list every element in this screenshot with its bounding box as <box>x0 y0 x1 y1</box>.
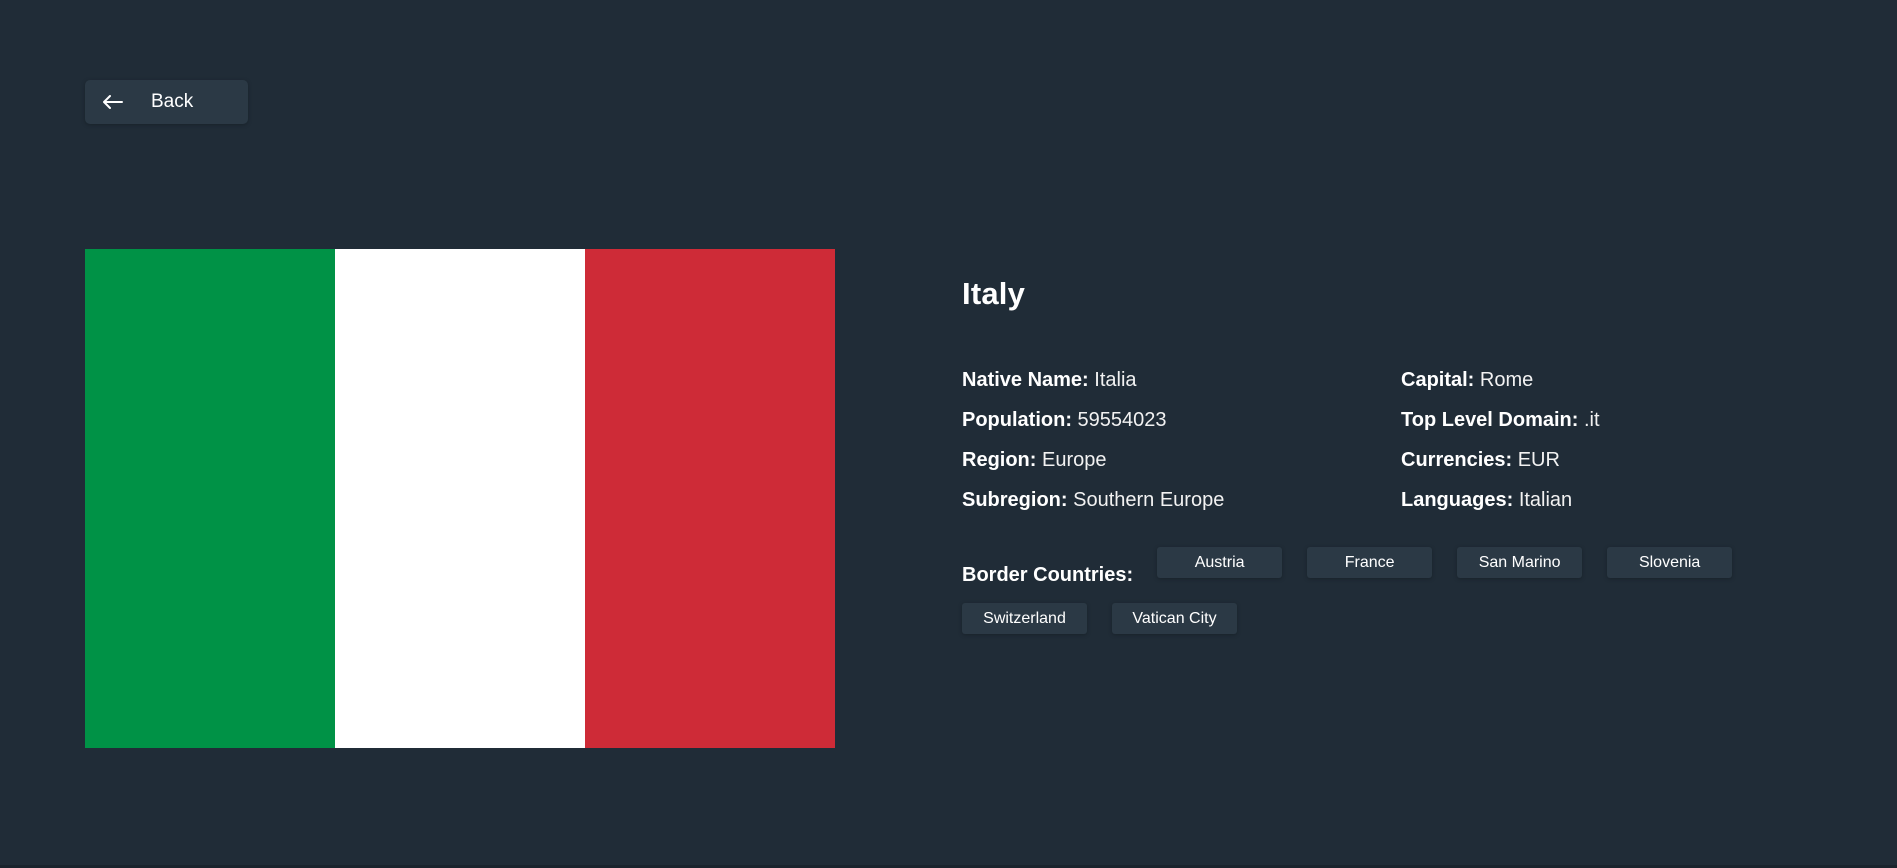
info-label: Languages: <box>1401 489 1514 511</box>
info-population: Population: 59554023 <box>962 400 1224 440</box>
border-country-chip[interactable]: San Marino <box>1457 547 1583 578</box>
info-top-level-domain: Top Level Domain: .it <box>1401 400 1600 440</box>
info-column-right: Capital: Rome Top Level Domain: .it Curr… <box>1401 360 1600 520</box>
info-subregion: Subregion: Southern Europe <box>962 480 1224 520</box>
country-flag <box>85 249 835 748</box>
info-value: Rome <box>1479 369 1534 391</box>
border-country-chip[interactable]: Austria <box>1157 547 1283 578</box>
border-countries-label: Border Countries: <box>962 564 1134 586</box>
flag-stripe-red <box>585 249 835 748</box>
info-label: Native Name: <box>962 369 1089 391</box>
back-button-label: Back <box>151 91 194 112</box>
border-country-chip[interactable]: Slovenia <box>1607 547 1733 578</box>
flag-stripe-green <box>85 249 335 748</box>
info-grid: Native Name: Italia Population: 59554023… <box>962 360 1812 520</box>
country-name: Italy <box>962 276 1026 311</box>
info-label: Population: <box>962 409 1072 431</box>
info-column-left: Native Name: Italia Population: 59554023… <box>962 360 1224 520</box>
info-label: Subregion: <box>962 489 1068 511</box>
border-countries: Border Countries: Austria France San Mar… <box>962 547 1782 659</box>
country-details: Italy Native Name: Italia Population: 59… <box>962 270 1812 659</box>
info-label: Currencies: <box>1401 449 1513 471</box>
arrow-left-icon <box>103 95 123 109</box>
info-value: EUR <box>1517 449 1560 471</box>
border-country-chip[interactable]: Switzerland <box>962 603 1087 634</box>
border-country-chip[interactable]: France <box>1307 547 1433 578</box>
info-currencies: Currencies: EUR <box>1401 440 1600 480</box>
info-value: Southern Europe <box>1073 489 1225 511</box>
info-value: 59554023 <box>1077 409 1167 431</box>
info-value: Europe <box>1042 449 1107 471</box>
flag-stripe-white <box>335 249 585 748</box>
info-value: Italia <box>1094 369 1137 391</box>
info-label: Capital: <box>1401 369 1475 391</box>
info-languages: Languages: Italian <box>1401 480 1600 520</box>
info-value: .it <box>1583 409 1600 431</box>
info-label: Region: <box>962 449 1037 471</box>
info-value: Italian <box>1518 489 1573 511</box>
border-country-chip[interactable]: Vatican City <box>1112 603 1237 634</box>
info-label: Top Level Domain: <box>1401 409 1579 431</box>
info-capital: Capital: Rome <box>1401 360 1600 400</box>
back-button[interactable]: Back <box>85 80 248 124</box>
info-native-name: Native Name: Italia <box>962 360 1224 400</box>
info-region: Region: Europe <box>962 440 1224 480</box>
